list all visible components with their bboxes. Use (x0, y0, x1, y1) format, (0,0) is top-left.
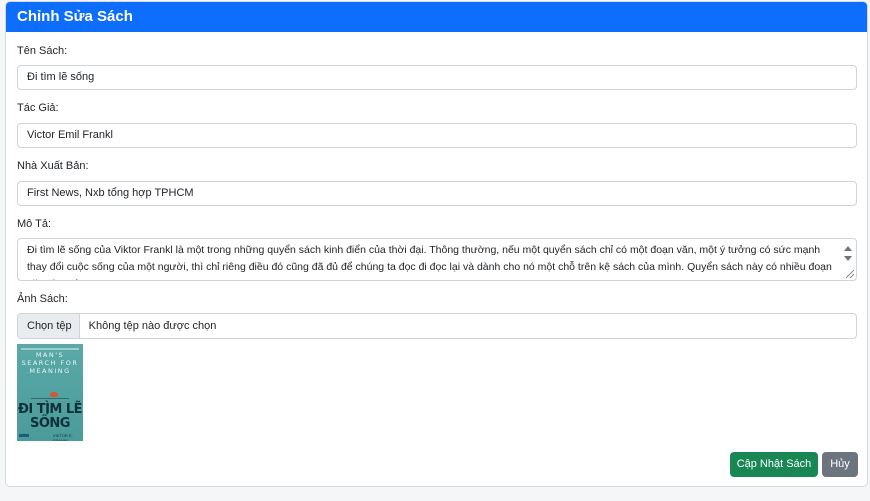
cover-english-title: MAN'S SEARCH FOR MEANING (21, 351, 79, 375)
description-text: Đi tìm lẽ sống của Viktor Frankl là một … (27, 244, 832, 280)
file-status: Không tệp nào được chọn (88, 320, 217, 332)
cover-top-line (21, 348, 79, 350)
file-input[interactable]: Chọn tệp Không tệp nào được chọn (17, 313, 857, 339)
bird-icon (50, 392, 58, 397)
cover-vietnamese-title: ĐI TÌM LẼ SỐNG (17, 402, 83, 431)
publisher-input[interactable]: First News, Nxb tổng hợp TPHCM (17, 181, 857, 206)
resize-handle-icon[interactable] (846, 270, 854, 278)
author-input[interactable]: Victor Emil Frankl (17, 123, 857, 148)
author-label: Tác Giả: (17, 102, 59, 114)
cover-author: VIKTOR E. FRANKL (53, 433, 73, 441)
scroll-down-icon[interactable] (844, 256, 852, 261)
cover-branch (31, 398, 69, 399)
update-book-button[interactable]: Cập Nhật Sách (730, 452, 818, 477)
image-label: Ảnh Sách: (17, 293, 68, 305)
cancel-button[interactable]: Hủy (822, 452, 858, 477)
edit-book-card: Chỉnh Sửa Sách Tên Sách: Đi tìm lẽ sống … (5, 1, 868, 487)
publisher-label: Nhà Xuất Bản: (17, 160, 89, 172)
description-label: Mô Tả: (17, 218, 52, 230)
book-title-label: Tên Sách: (17, 45, 68, 57)
scroll-up-icon[interactable] (844, 246, 852, 251)
choose-file-button[interactable]: Chọn tệp (18, 314, 80, 338)
publisher-logo-icon (19, 434, 29, 437)
description-textarea[interactable]: Đi tìm lẽ sống của Viktor Frankl là một … (17, 238, 857, 281)
page-title: Chỉnh Sửa Sách (6, 2, 867, 32)
book-cover-image: MAN'S SEARCH FOR MEANING ĐI TÌM LẼ SỐNG … (17, 344, 83, 441)
book-title-input[interactable]: Đi tìm lẽ sống (17, 65, 857, 90)
